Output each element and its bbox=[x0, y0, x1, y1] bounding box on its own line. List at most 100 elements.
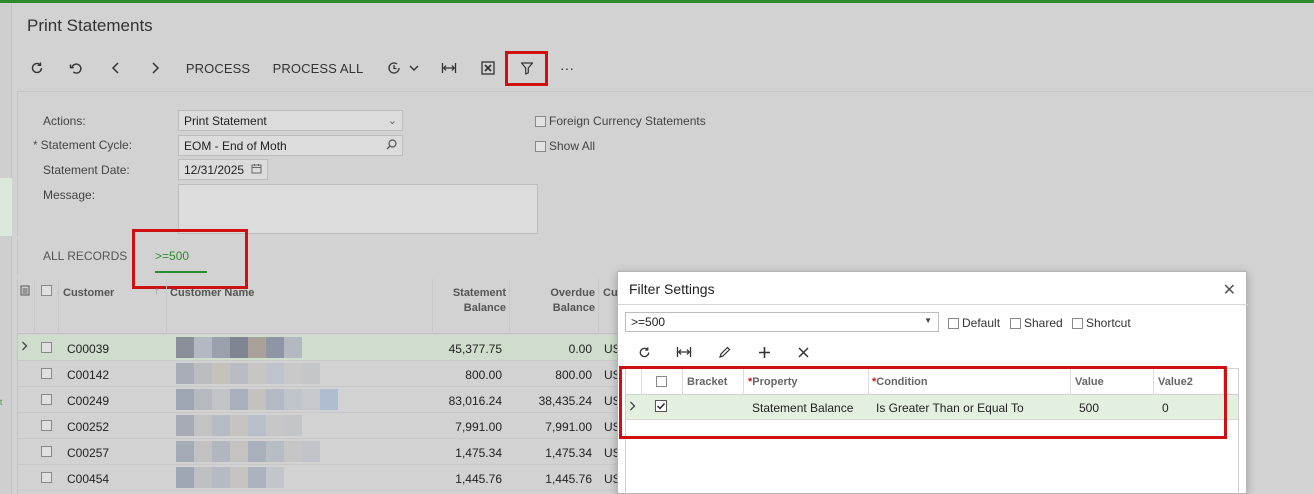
actions-select[interactable]: Print Statement ⌄ bbox=[178, 110, 403, 131]
shortcut-checkbox[interactable]: Shortcut bbox=[1072, 316, 1131, 330]
filter-button-highlight bbox=[505, 51, 548, 86]
close-icon bbox=[797, 346, 809, 358]
customer-id[interactable]: C00252 bbox=[67, 420, 109, 434]
show-all-checkbox[interactable]: Show All bbox=[535, 139, 595, 153]
table-row[interactable]: C00252 7,991.00 7,991.00 US bbox=[18, 413, 638, 439]
column-divider bbox=[58, 279, 59, 334]
message-textarea[interactable] bbox=[178, 184, 538, 234]
select-all-checkbox[interactable] bbox=[41, 285, 52, 296]
checkbox-box[interactable] bbox=[1072, 317, 1083, 329]
statement-parameters-form: Actions: Print Statement ⌄ * Statement Cy… bbox=[17, 91, 1314, 236]
column-divider bbox=[166, 279, 167, 334]
customer-name-redacted bbox=[176, 389, 338, 410]
customer-id[interactable]: C00454 bbox=[67, 472, 109, 486]
export-excel-button[interactable] bbox=[477, 51, 499, 85]
header-statement-balance[interactable]: Statement Balance bbox=[432, 287, 506, 314]
dialog-divider bbox=[618, 304, 1248, 305]
filter-settings-dialog: Filter Settings ✕ >=500 ▼ Default Shared… bbox=[617, 271, 1248, 494]
overdue-balance: 0.00 bbox=[568, 342, 592, 356]
header-customer-name[interactable]: Customer Name bbox=[170, 287, 254, 299]
default-label: Default bbox=[962, 316, 1001, 330]
row-checkbox[interactable] bbox=[41, 342, 52, 353]
show-all-label: Show All bbox=[549, 139, 596, 153]
overdue-balance: 1,475.34 bbox=[545, 446, 592, 460]
checkbox-box[interactable] bbox=[1010, 317, 1021, 329]
refresh-icon bbox=[31, 62, 43, 74]
row-checkbox[interactable] bbox=[41, 420, 52, 431]
edit-button[interactable] bbox=[712, 340, 736, 364]
page-title: Print Statements bbox=[27, 16, 153, 35]
row-selector-arrow-icon bbox=[21, 340, 28, 354]
header-customer[interactable]: Customer bbox=[63, 287, 114, 299]
header-overdue-balance[interactable]: Overdue Balance bbox=[509, 287, 595, 314]
refresh-button[interactable] bbox=[26, 51, 48, 85]
add-row-button[interactable] bbox=[752, 340, 776, 364]
statement-cycle-selector[interactable]: EOM - End of Moth bbox=[178, 135, 403, 156]
refresh-icon bbox=[639, 346, 649, 357]
header-currency[interactable]: Cu bbox=[603, 287, 618, 299]
close-icon[interactable]: ✕ bbox=[1223, 280, 1236, 300]
statement-date-field[interactable]: 12/31/2025 bbox=[178, 159, 268, 180]
customer-id[interactable]: C00142 bbox=[67, 368, 109, 382]
schedule-dropdown-button[interactable] bbox=[383, 51, 423, 85]
plus-icon bbox=[758, 346, 770, 358]
fit-columns-button[interactable] bbox=[672, 340, 696, 364]
statement-cycle-label-text: Statement Cycle: bbox=[40, 138, 133, 152]
delete-row-button[interactable] bbox=[791, 340, 815, 364]
filter-select[interactable]: >=500 ▼ bbox=[625, 312, 939, 332]
column-divider bbox=[34, 279, 35, 334]
chevron-down-icon bbox=[409, 65, 419, 71]
statement-balance: 1,445.76 bbox=[455, 472, 502, 486]
tab-all-records[interactable]: ALL RECORDS bbox=[43, 249, 127, 263]
customers-grid: Customer ↑ Customer Name Statement Balan… bbox=[17, 279, 638, 494]
undo-icon bbox=[69, 63, 82, 74]
statement-date-value: 12/31/2025 bbox=[184, 163, 245, 177]
customer-name-redacted bbox=[176, 337, 302, 358]
fit-columns-icon bbox=[676, 347, 692, 357]
checkbox-box[interactable] bbox=[948, 317, 959, 329]
calendar-icon[interactable] bbox=[251, 163, 262, 177]
foreign-currency-checkbox[interactable]: Foreign Currency Statements bbox=[535, 114, 706, 128]
actions-value: Print Statement bbox=[184, 114, 267, 128]
previous-button[interactable] bbox=[105, 51, 127, 85]
pencil-icon bbox=[718, 346, 730, 358]
table-row[interactable]: C00249 83,016.24 38,435.24 US bbox=[18, 387, 638, 413]
customer-name-redacted bbox=[176, 467, 284, 488]
customer-id[interactable]: C00039 bbox=[67, 342, 109, 356]
filter-tabs: ALL RECORDS >=500 bbox=[17, 229, 1314, 289]
header-statement-balance-line1: Statement bbox=[452, 287, 506, 299]
process-button[interactable]: PROCESS bbox=[186, 51, 250, 85]
foreign-currency-label: Foreign Currency Statements bbox=[549, 114, 706, 128]
chevron-left-icon bbox=[111, 62, 119, 74]
filter-row-highlight bbox=[619, 366, 1227, 439]
table-row[interactable]: C00257 1,475.34 1,475.34 US bbox=[18, 439, 638, 465]
row-checkbox[interactable] bbox=[41, 472, 52, 483]
dialog-title: Filter Settings bbox=[629, 281, 715, 297]
undo-button[interactable] bbox=[65, 51, 87, 85]
more-actions-button[interactable]: ··· bbox=[556, 51, 578, 85]
refresh-button[interactable] bbox=[632, 340, 656, 364]
shared-checkbox[interactable]: Shared bbox=[1010, 316, 1063, 330]
next-button[interactable] bbox=[144, 51, 166, 85]
header-statement-balance-line2: Balance bbox=[463, 302, 506, 314]
overdue-balance: 7,991.00 bbox=[545, 420, 592, 434]
customer-id[interactable]: C00257 bbox=[67, 446, 109, 460]
table-row[interactable]: C00142 800.00 800.00 US bbox=[18, 361, 638, 387]
customer-id[interactable]: C00249 bbox=[67, 394, 109, 408]
table-row[interactable]: C00039 45,377.75 0.00 US bbox=[18, 335, 638, 361]
row-checkbox[interactable] bbox=[41, 368, 52, 379]
default-checkbox[interactable]: Default bbox=[948, 316, 1000, 330]
row-checkbox[interactable] bbox=[41, 446, 52, 457]
row-checkbox[interactable] bbox=[41, 394, 52, 405]
fit-columns-button[interactable] bbox=[438, 51, 460, 85]
checkbox-box[interactable] bbox=[535, 140, 546, 152]
customer-name-redacted bbox=[176, 415, 302, 436]
column-divider bbox=[598, 279, 599, 334]
statement-balance: 83,016.24 bbox=[448, 394, 502, 408]
checkbox-box[interactable] bbox=[535, 115, 546, 127]
table-row[interactable]: C00454 1,445.76 1,445.76 US bbox=[18, 465, 638, 491]
files-icon[interactable] bbox=[20, 285, 30, 299]
search-icon bbox=[386, 139, 397, 153]
statement-balance: 800.00 bbox=[465, 368, 502, 382]
process-all-button[interactable]: PROCESS ALL bbox=[272, 51, 364, 85]
